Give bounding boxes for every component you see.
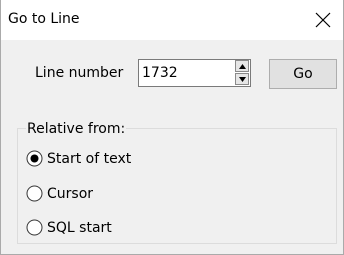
close-icon xyxy=(315,12,331,28)
radio-label-sql-start: SQL start xyxy=(47,220,112,236)
radio-label-start-of-text: Start of text xyxy=(47,151,132,167)
relative-from-label: Relative from: xyxy=(26,120,127,138)
line-number-input[interactable] xyxy=(139,60,233,86)
chevron-up-icon xyxy=(239,64,246,69)
radio-unselected-icon[interactable] xyxy=(26,219,43,236)
go-to-line-dialog: Go to Line Line number Go Relative from: xyxy=(0,0,344,255)
go-button[interactable]: Go xyxy=(269,59,337,89)
spin-down-button[interactable] xyxy=(235,73,249,85)
radio-selected-icon[interactable] xyxy=(26,150,43,167)
line-number-label: Line number xyxy=(35,65,124,81)
chevron-down-icon xyxy=(239,77,246,82)
line-number-spinbox[interactable] xyxy=(138,59,251,87)
close-button[interactable] xyxy=(303,0,343,40)
radio-unselected-icon[interactable] xyxy=(26,185,43,202)
spin-up-button[interactable] xyxy=(235,60,249,72)
title-bar: Go to Line xyxy=(1,0,343,40)
radio-label-cursor: Cursor xyxy=(47,186,94,202)
dialog-title: Go to Line xyxy=(8,11,80,27)
